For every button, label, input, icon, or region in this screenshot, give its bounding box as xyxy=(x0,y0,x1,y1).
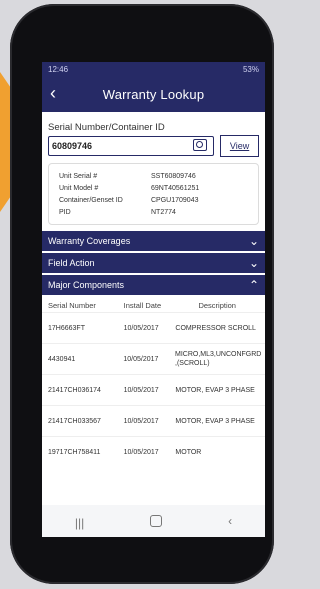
serial-input[interactable]: 60809746 xyxy=(48,136,215,156)
section-field-action[interactable]: Field Action ⌄ xyxy=(42,253,265,273)
section-title: Major Components xyxy=(48,280,125,290)
info-label: Unit Serial # xyxy=(59,172,98,180)
page-title: Warranty Lookup xyxy=(102,86,205,102)
components-table: Serial Number Install Date Description 1… xyxy=(42,295,265,467)
search-label: Serial Number/Container ID xyxy=(48,122,165,133)
cell-date: 10/05/2017 xyxy=(123,386,159,394)
section-major-components[interactable]: Major Components ⌃ xyxy=(42,275,265,295)
col-install-date: Install Date xyxy=(123,301,162,310)
info-label: PID xyxy=(59,208,71,216)
cell-description: MOTOR, EVAP 3 PHASE xyxy=(175,417,255,425)
cell-description: MOTOR, EVAP 3 PHASE xyxy=(175,386,255,394)
chevron-up-icon: ⌃ xyxy=(248,278,259,292)
table-row[interactable]: 4430941 10/05/2017 MICRO,ML3,UNCONFGRD ,… xyxy=(42,343,265,374)
section-warranty-coverages[interactable]: Warranty Coverages ⌄ xyxy=(42,231,265,251)
back-arrow-icon[interactable]: ‹ xyxy=(50,84,56,102)
cell-description: MICRO,ML3,UNCONFGRD ,(SCROLL) xyxy=(175,351,262,367)
cell-date: 10/05/2017 xyxy=(123,448,159,456)
app-bar: ‹ Warranty Lookup xyxy=(42,76,265,112)
cell-serial: 4430941 xyxy=(48,355,76,363)
battery-text: 53% xyxy=(242,64,259,74)
info-value: 69NT40561251 xyxy=(151,184,200,192)
serial-input-value: 60809746 xyxy=(52,141,93,151)
table-row[interactable]: 21417CH036174 10/05/2017 MOTOR, EVAP 3 P… xyxy=(42,374,265,405)
cell-serial: 21417CH036174 xyxy=(48,386,101,394)
table-row[interactable]: 19717CH758411 10/05/2017 MOTOR xyxy=(42,436,265,467)
cell-serial: 17H6663FT xyxy=(48,324,85,332)
info-row: Unit Model # 69NT40561251 xyxy=(59,182,248,194)
android-nav-bar: ||| ‹ xyxy=(42,505,265,537)
search-form: Serial Number/Container ID 60809746 View… xyxy=(42,112,265,225)
home-icon[interactable] xyxy=(150,515,163,527)
info-row: Unit Serial # SST60809746 xyxy=(59,170,248,182)
phone-frame: 12:46 53% ‹ Warranty Lookup Serial Numbe… xyxy=(10,4,274,584)
app-screen: 12:46 53% ‹ Warranty Lookup Serial Numbe… xyxy=(42,62,265,537)
info-value: SST60809746 xyxy=(151,172,196,180)
section-title: Field Action xyxy=(48,258,95,268)
unit-info-card: Unit Serial # SST60809746 Unit Model # 6… xyxy=(48,163,259,225)
info-row: PID NT2774 xyxy=(59,206,248,218)
cell-date: 10/05/2017 xyxy=(123,324,159,332)
section-title: Warranty Coverages xyxy=(48,236,131,246)
status-time: 12:46 xyxy=(48,64,69,74)
status-bar: 12:46 53% xyxy=(42,62,265,76)
chevron-down-icon: ⌄ xyxy=(248,234,259,248)
col-serial-number: Serial Number xyxy=(48,301,96,310)
view-button[interactable]: View xyxy=(220,135,259,157)
cell-serial: 21417CH033567 xyxy=(48,417,101,425)
info-label: Unit Model # xyxy=(59,184,99,192)
info-value: CPGU1709043 xyxy=(151,196,199,204)
cell-date: 10/05/2017 xyxy=(123,417,159,425)
cell-serial: 19717CH758411 xyxy=(48,448,101,456)
info-label: Container/Genset ID xyxy=(59,196,123,204)
info-value: NT2774 xyxy=(151,208,176,216)
chevron-down-icon: ⌄ xyxy=(248,256,259,270)
col-description: Description xyxy=(198,301,236,310)
table-row[interactable]: 17H6663FT 10/05/2017 COMPRESSOR SCROLL xyxy=(42,312,265,343)
camera-icon[interactable] xyxy=(193,139,208,151)
table-row[interactable]: 21417CH033567 10/05/2017 MOTOR, EVAP 3 P… xyxy=(42,405,265,436)
cell-description: COMPRESSOR SCROLL xyxy=(175,324,256,332)
info-row: Container/Genset ID CPGU1709043 xyxy=(59,194,248,206)
cell-date: 10/05/2017 xyxy=(123,355,159,363)
recent-apps-icon[interactable]: ||| xyxy=(75,516,85,530)
table-header: Serial Number Install Date Description xyxy=(42,295,265,312)
back-nav-icon[interactable]: ‹ xyxy=(228,514,232,528)
cell-description: MOTOR xyxy=(175,448,202,456)
